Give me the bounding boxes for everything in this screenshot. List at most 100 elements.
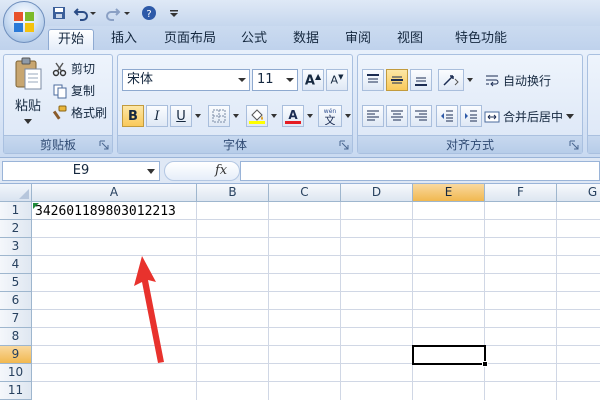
gridline	[32, 273, 600, 274]
font-launcher-icon[interactable]	[339, 140, 349, 150]
align-bottom-icon	[415, 77, 427, 86]
name-box-dropdown-icon[interactable]	[147, 169, 155, 174]
undo-dropdown-icon[interactable]	[88, 4, 98, 22]
align-middle-button[interactable]	[386, 69, 408, 91]
borders-dropdown-icon[interactable]	[231, 105, 241, 127]
row-header-2[interactable]: 2	[0, 220, 32, 238]
fill-color-button[interactable]	[246, 105, 268, 127]
bold-button[interactable]: B	[122, 105, 144, 127]
customize-toolbar-icon[interactable]	[168, 4, 180, 22]
cell-a1[interactable]: 342601189803012213	[35, 203, 176, 220]
redo-dropdown-icon[interactable]	[122, 4, 132, 22]
fill-handle[interactable]	[482, 361, 488, 367]
gridline	[412, 202, 413, 400]
row-header-4[interactable]: 4	[0, 256, 32, 274]
merge-center-button[interactable]: 合并后居中	[484, 107, 575, 127]
gridline	[484, 202, 485, 400]
save-icon[interactable]	[50, 4, 68, 22]
row-header-8[interactable]: 8	[0, 328, 32, 346]
column-header-g[interactable]: G	[557, 184, 600, 202]
paste-button[interactable]: 粘贴	[8, 57, 48, 133]
active-cell-e9[interactable]	[412, 345, 486, 365]
copy-icon	[53, 84, 67, 99]
clipboard-launcher-icon[interactable]	[99, 140, 109, 150]
select-all-corner[interactable]	[0, 184, 32, 202]
font-color-button[interactable]: A	[282, 105, 304, 127]
align-right-button[interactable]	[410, 105, 432, 127]
orientation-dropdown-icon[interactable]	[465, 69, 475, 91]
cut-button[interactable]: 剪切	[52, 59, 95, 79]
merge-center-dropdown-icon[interactable]	[566, 114, 575, 120]
orientation-button[interactable]	[438, 69, 464, 91]
format-painter-button[interactable]: 格式刷	[52, 103, 107, 123]
column-header-d[interactable]: D	[341, 184, 413, 202]
gridline	[268, 202, 269, 400]
wrap-text-button[interactable]: 自动换行	[484, 71, 551, 91]
row-header-1[interactable]: 1	[0, 202, 32, 220]
align-top-button[interactable]	[362, 69, 384, 91]
column-header-a[interactable]: A	[32, 184, 197, 202]
underline-button[interactable]: U	[170, 105, 192, 127]
worksheet-grid: A B C D E F G 1 2 3 4 5 6 7 8 9 10 11 34…	[0, 184, 600, 400]
row-header-5[interactable]: 5	[0, 274, 32, 292]
row-header-9[interactable]: 9	[0, 346, 32, 364]
tab-formulas[interactable]: 公式	[234, 29, 274, 50]
gridline	[32, 327, 600, 328]
svg-text:文: 文	[325, 113, 336, 125]
alignment-group-label: 对齐方式	[358, 135, 582, 153]
paste-dropdown-icon[interactable]	[24, 119, 32, 125]
increase-indent-icon	[465, 110, 477, 122]
tab-data[interactable]: 数据	[286, 29, 326, 50]
phonetic-button[interactable]: wén 文	[318, 105, 342, 127]
font-name-dropdown-icon[interactable]	[238, 78, 246, 82]
office-logo-icon	[14, 12, 34, 32]
align-bottom-button[interactable]	[410, 69, 432, 91]
number-group-partial	[587, 54, 600, 154]
tab-page-layout[interactable]: 页面布局	[158, 29, 222, 50]
font-name-combo[interactable]: 宋体	[122, 69, 250, 91]
tab-special-features[interactable]: 特色功能	[446, 29, 516, 50]
column-header-b[interactable]: B	[197, 184, 269, 202]
tab-home[interactable]: 开始	[48, 29, 94, 50]
alignment-launcher-icon[interactable]	[569, 140, 579, 150]
formula-input[interactable]	[240, 161, 600, 181]
redo-icon[interactable]	[104, 4, 122, 22]
fill-color-dropdown-icon[interactable]	[269, 105, 279, 127]
name-box[interactable]: E9	[2, 161, 160, 181]
increase-indent-button[interactable]	[460, 105, 482, 127]
row-header-7[interactable]: 7	[0, 310, 32, 328]
row-header-10[interactable]: 10	[0, 364, 32, 382]
decrease-indent-button[interactable]	[436, 105, 458, 127]
copy-button[interactable]: 复制	[52, 81, 95, 101]
insert-function-button[interactable]: fx	[215, 163, 227, 178]
ribbon-tabs: 开始 插入 页面布局 公式 数据 审阅 视图 特色功能	[0, 26, 600, 50]
column-header-e[interactable]: E	[413, 184, 485, 202]
borders-button[interactable]	[208, 105, 230, 127]
office-button[interactable]	[3, 1, 45, 43]
gridline	[32, 363, 600, 364]
grow-font-button[interactable]: A▲	[302, 69, 324, 91]
column-header-c[interactable]: C	[269, 184, 341, 202]
row-header-3[interactable]: 3	[0, 238, 32, 256]
row-header-6[interactable]: 6	[0, 292, 32, 310]
align-center-icon	[391, 110, 403, 121]
svg-text:A: A	[288, 108, 298, 122]
tab-insert[interactable]: 插入	[104, 29, 144, 50]
help-icon[interactable]: ?	[140, 4, 158, 22]
tab-review[interactable]: 审阅	[338, 29, 378, 50]
font-size-combo[interactable]: 11	[252, 69, 298, 91]
column-header-f[interactable]: F	[485, 184, 557, 202]
merge-center-label: 合并后居中	[503, 110, 564, 124]
paintbrush-icon	[52, 105, 67, 120]
font-size-dropdown-icon[interactable]	[286, 78, 294, 82]
row-header-11[interactable]: 11	[0, 382, 32, 400]
align-left-button[interactable]	[362, 105, 384, 127]
phonetic-dropdown-icon[interactable]	[343, 105, 353, 127]
bold-label: B	[128, 108, 138, 124]
shrink-font-button[interactable]: A▼	[326, 69, 348, 91]
italic-button[interactable]: I	[146, 105, 168, 127]
align-center-button[interactable]	[386, 105, 408, 127]
tab-view[interactable]: 视图	[390, 29, 430, 50]
font-color-dropdown-icon[interactable]	[305, 105, 315, 127]
underline-dropdown-icon[interactable]	[193, 105, 203, 127]
